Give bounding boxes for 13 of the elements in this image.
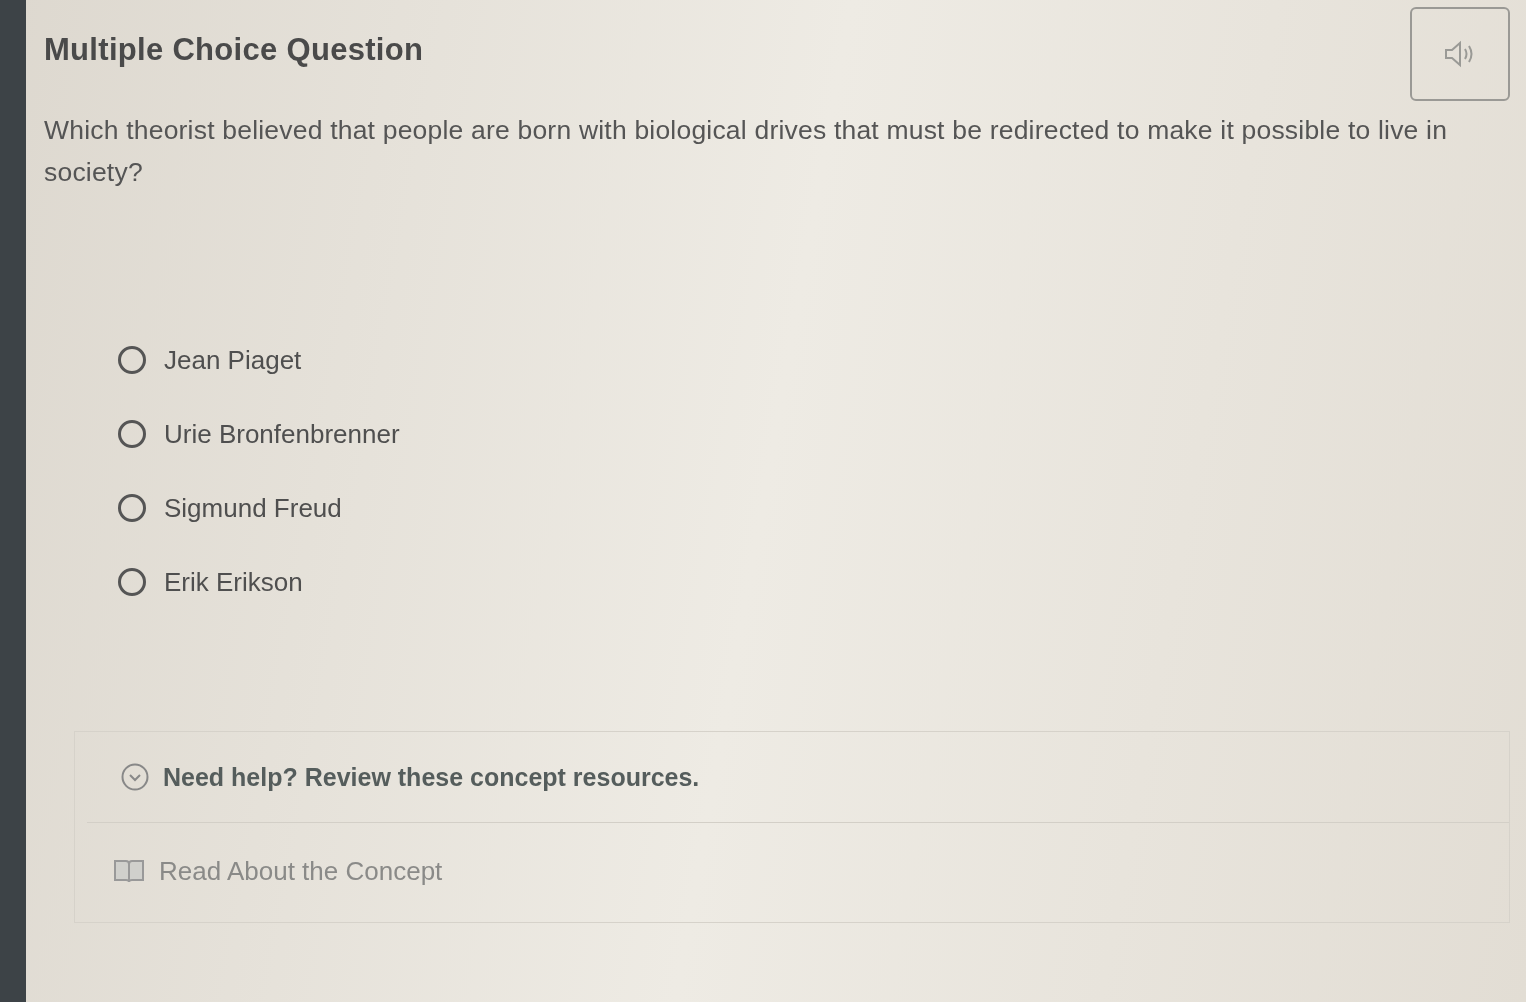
question-text: Which theorist believed that people are born with biological drives that must be redirected to make it possible to live in society?	[44, 114, 1449, 189]
option-label[interactable]: Sigmund Freud	[164, 492, 342, 524]
book-icon	[113, 858, 145, 884]
option-label[interactable]: Erik Erikson	[164, 566, 303, 598]
radio-button[interactable]	[118, 420, 146, 448]
option-label[interactable]: Urie Bronfenbrenner	[164, 418, 400, 450]
radio-button[interactable]	[118, 568, 146, 596]
question-title: Multiple Choice Question	[44, 32, 424, 68]
help-heading: Need help? Review these concept resources.	[163, 762, 700, 792]
radio-button[interactable]	[118, 346, 146, 374]
chevron-down-icon[interactable]	[121, 763, 149, 791]
option-label[interactable]: Jean Piaget	[164, 344, 302, 376]
radio-button[interactable]	[118, 494, 146, 522]
